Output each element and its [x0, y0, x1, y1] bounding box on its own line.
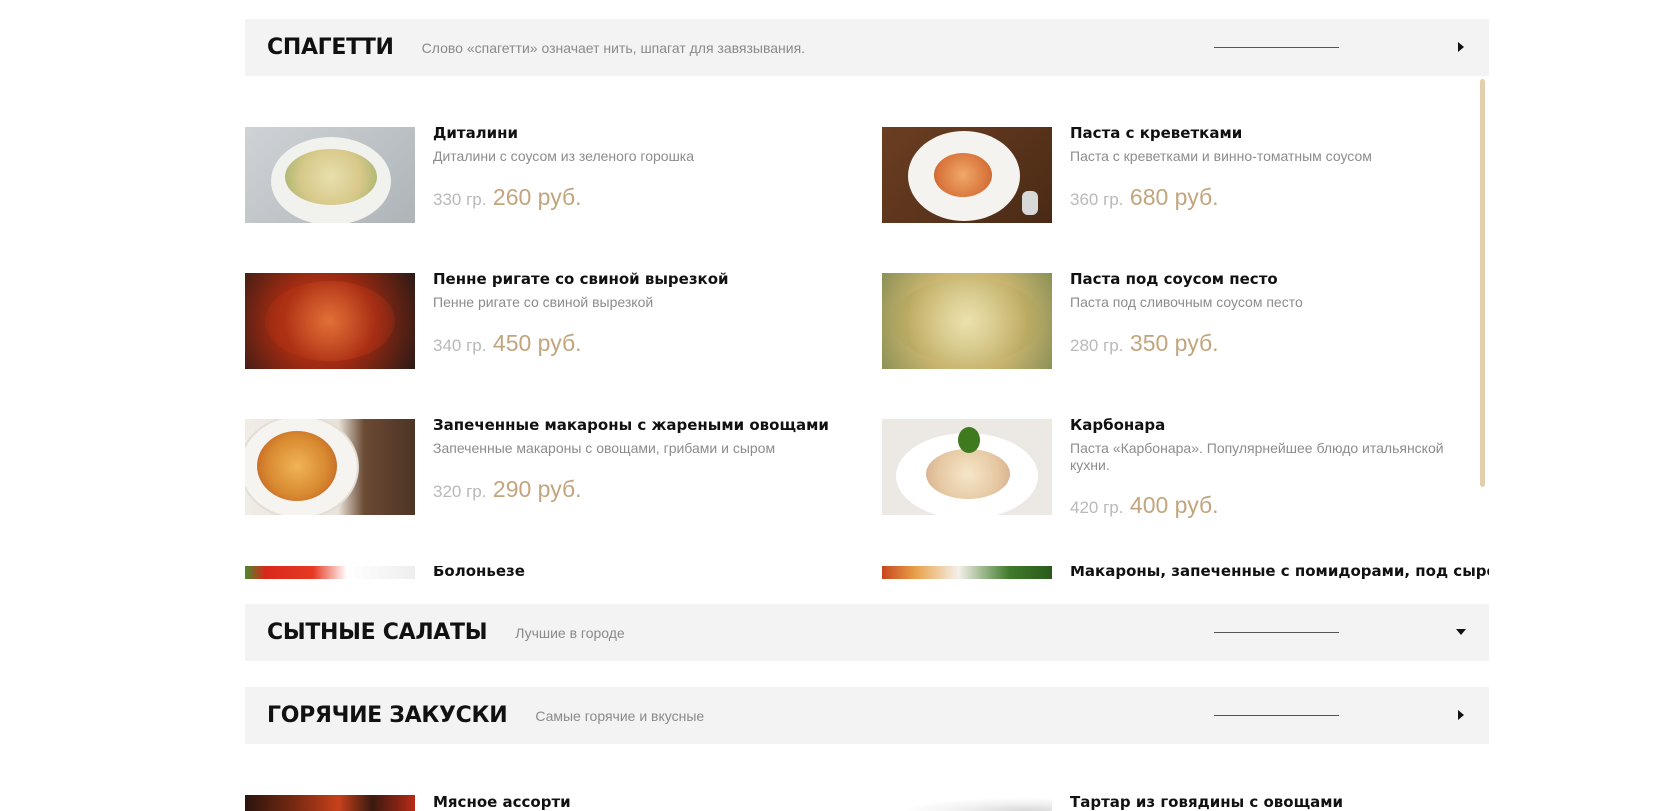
- item-price-row: 280 гр. 350 руб.: [1070, 330, 1219, 357]
- item-description: Паста с креветками и винно-томатным соус…: [1070, 148, 1372, 164]
- items-scrollbar[interactable]: [1480, 79, 1485, 487]
- menu-item[interactable]: Диталини Диталини с соусом из зеленого г…: [245, 124, 865, 227]
- item-price-row: 340 гр. 450 руб.: [433, 330, 582, 357]
- dish-photo: [245, 273, 415, 369]
- dish-photo: [245, 566, 415, 579]
- item-name: Диталини: [433, 124, 519, 142]
- item-description: Запеченные макароны с овощами, грибами и…: [433, 440, 776, 456]
- menu-item[interactable]: Макароны, запеченные с помидорами, под с…: [882, 566, 1489, 579]
- menu-item[interactable]: Паста с креветками Паста с креветками и …: [882, 124, 1489, 227]
- dish-photo: [882, 419, 1052, 515]
- category-subtitle: Слово «спагетти» означает нить, шпагат д…: [421, 39, 806, 56]
- dish-photo: [245, 419, 415, 515]
- item-name: Мясное ассорти: [433, 795, 571, 811]
- divider-line: [1214, 47, 1339, 48]
- item-description: Диталини с соусом из зеленого горошка: [433, 148, 695, 164]
- menu-item[interactable]: Паста под соусом песто Паста под сливочн…: [882, 270, 1489, 373]
- item-weight: 360 гр.: [1070, 190, 1124, 209]
- item-weight: 330 гр.: [433, 190, 487, 209]
- menu-item[interactable]: Мясное ассорти: [245, 795, 865, 811]
- item-price: 400 руб.: [1129, 492, 1219, 518]
- menu-item[interactable]: Пенне ригате со свиной вырезкой Пенне ри…: [245, 270, 865, 373]
- item-name: Макароны, запеченные с помидорами, под с…: [1070, 566, 1489, 579]
- dish-photo: [882, 795, 1052, 811]
- category-title: ГОРЯЧИЕ ЗАКУСКИ: [267, 703, 508, 728]
- item-name: Запеченные макароны с жареными овощами: [433, 416, 829, 434]
- triangle-right-icon[interactable]: [1455, 709, 1467, 721]
- item-price-row: 330 гр. 260 руб.: [433, 184, 582, 211]
- item-name: Паста под соусом песто: [1070, 270, 1278, 288]
- menu-item[interactable]: Болоньезе: [245, 566, 865, 579]
- item-price: 260 руб.: [492, 184, 582, 210]
- item-name: Пенне ригате со свиной вырезкой: [433, 270, 729, 288]
- divider-line: [1214, 715, 1339, 716]
- item-weight: 280 гр.: [1070, 336, 1124, 355]
- dish-photo: [882, 273, 1052, 369]
- item-price: 290 руб.: [492, 476, 582, 502]
- item-weight: 320 гр.: [433, 482, 487, 501]
- item-name: Паста с креветками: [1070, 124, 1243, 142]
- item-description: Пенне ригате со свиной вырезкой: [433, 294, 654, 310]
- item-price-row: 420 гр. 400 руб.: [1070, 492, 1219, 519]
- triangle-down-icon[interactable]: [1455, 626, 1467, 638]
- item-weight: 420 гр.: [1070, 498, 1124, 517]
- item-weight: 340 гр.: [433, 336, 487, 355]
- item-price: 450 руб.: [492, 330, 582, 356]
- item-description: Паста «Карбонара». Популярнейшее блюдо и…: [1070, 440, 1444, 473]
- category-items-spaghetti: Диталини Диталини с соусом из зеленого г…: [245, 79, 1489, 579]
- dish-photo: [245, 127, 415, 223]
- item-price-row: 360 гр. 680 руб.: [1070, 184, 1219, 211]
- item-price: 680 руб.: [1129, 184, 1219, 210]
- menu-item[interactable]: Карбонара Паста «Карбонара». Популярнейш…: [882, 416, 1489, 519]
- dish-photo: [882, 566, 1052, 579]
- item-description: Паста под сливочным соусом песто: [1070, 294, 1303, 310]
- category-title: СЫТНЫЕ САЛАТЫ: [267, 620, 488, 645]
- item-price: 350 руб.: [1129, 330, 1219, 356]
- category-header-spaghetti[interactable]: СПАГЕТТИ Слово «спагетти» означает нить,…: [245, 19, 1489, 76]
- category-header-salads[interactable]: СЫТНЫЕ САЛАТЫ Лучшие в городе: [245, 604, 1489, 661]
- dish-photo: [882, 127, 1052, 223]
- category-subtitle: Лучшие в городе: [515, 624, 625, 641]
- dish-photo: [245, 795, 415, 811]
- divider-line: [1214, 632, 1339, 633]
- menu-item[interactable]: Запеченные макароны с жареными овощами З…: [245, 416, 865, 519]
- item-name: Тартар из говядины с овощами: [1070, 795, 1344, 811]
- category-header-hot-appetizers[interactable]: ГОРЯЧИЕ ЗАКУСКИ Самые горячие и вкусные: [245, 687, 1489, 744]
- item-price-row: 320 гр. 290 руб.: [433, 476, 582, 503]
- item-name: Болоньезе: [433, 566, 525, 579]
- category-title: СПАГЕТТИ: [267, 35, 394, 60]
- menu-item[interactable]: Тартар из говядины с овощами: [882, 795, 1502, 811]
- triangle-right-icon[interactable]: [1455, 41, 1467, 53]
- item-name: Карбонара: [1070, 416, 1166, 434]
- category-subtitle: Самые горячие и вкусные: [535, 707, 705, 724]
